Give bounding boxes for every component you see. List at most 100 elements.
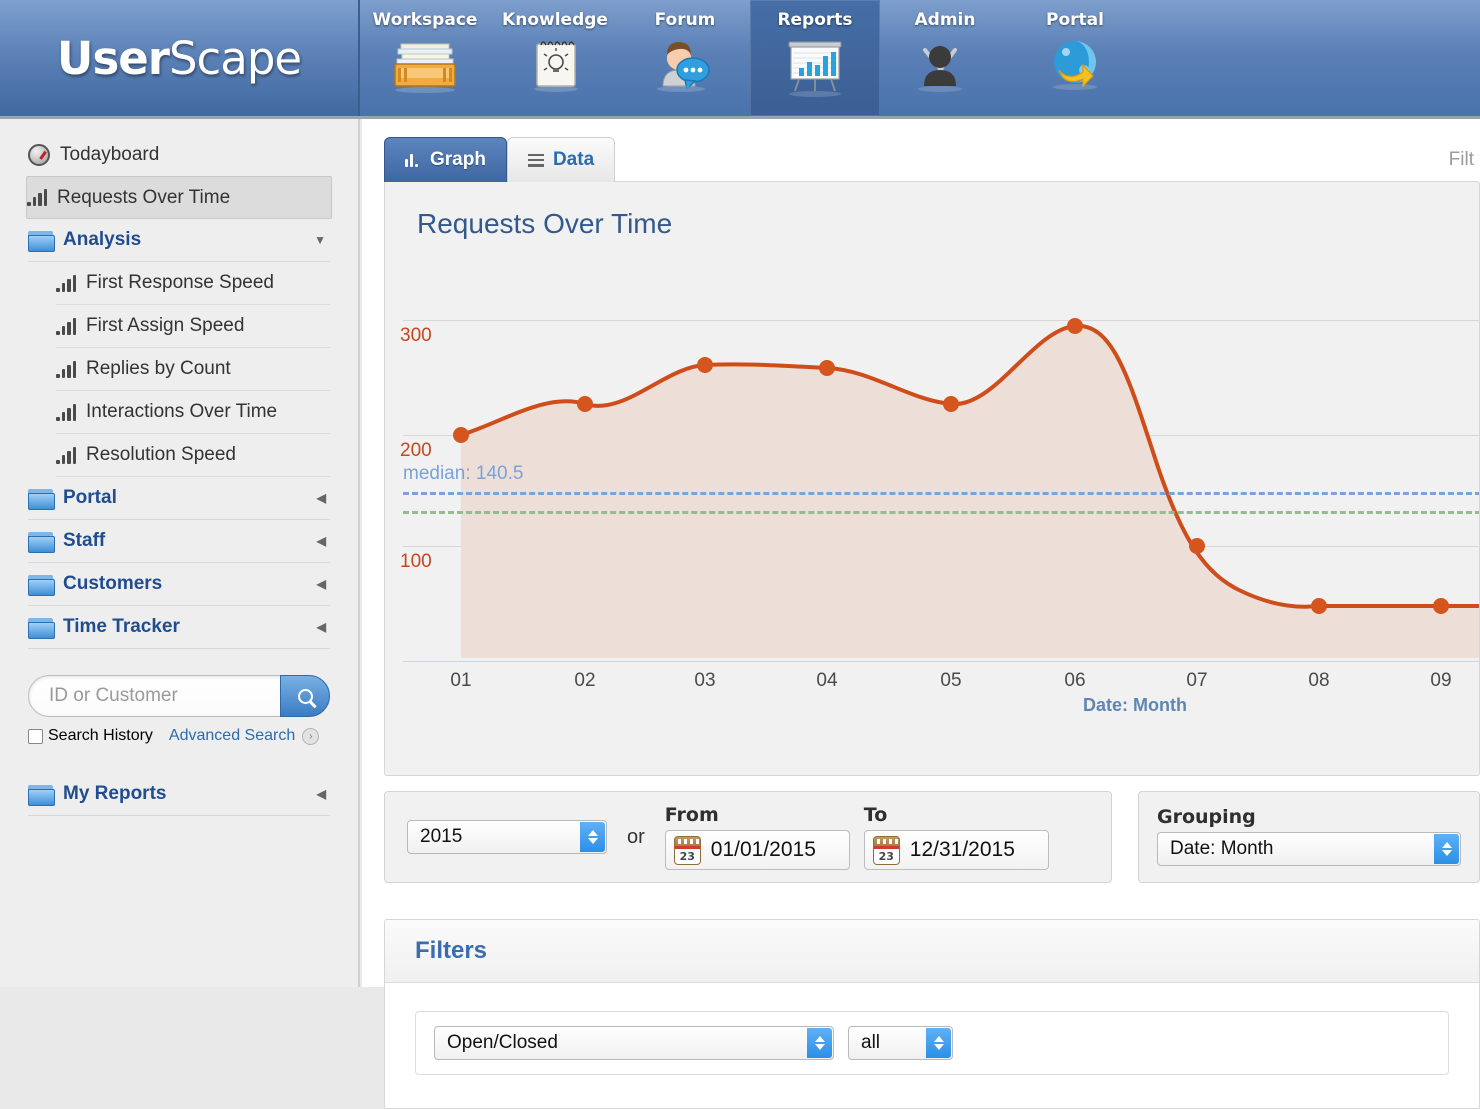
tab-graph[interactable]: Graph: [384, 137, 507, 182]
globe-arrow-icon: [1037, 34, 1113, 102]
arrow-right-icon[interactable]: ›: [302, 728, 319, 745]
nav-tab-reports[interactable]: Reports: [750, 0, 880, 116]
chevron-left-icon[interactable]: ◀: [317, 620, 326, 634]
median-label: median: 140.5: [403, 463, 523, 485]
median-reference-line: [403, 492, 1480, 495]
date-and-grouping-row: 2015 or From 23 01/01/2015 To: [384, 791, 1480, 883]
sidebar-item-replies-by-count[interactable]: Replies by Count: [56, 348, 330, 391]
nav-tab-forum[interactable]: Forum: [620, 0, 750, 116]
sidebar-item-resolution-speed[interactable]: Resolution Speed: [56, 434, 330, 477]
sidebar-item-first-assign-speed[interactable]: First Assign Speed: [56, 305, 330, 348]
chevron-left-icon[interactable]: ◀: [317, 534, 326, 548]
sidebar-item-todayboard[interactable]: Todayboard: [28, 133, 330, 176]
search-button[interactable]: [280, 675, 330, 717]
calendar-day: 23: [874, 850, 899, 863]
chart-plot-area: median: 140.5 300 200 100 01 02 03 04 05…: [385, 312, 1480, 732]
sidebar-item-label: Requests Over Time: [57, 187, 230, 209]
chevron-down-icon[interactable]: ▼: [314, 233, 326, 247]
sidebar-folder-my-reports[interactable]: My Reports ◀: [28, 773, 330, 816]
folder-icon: [28, 532, 53, 551]
x-tick: 06: [1064, 670, 1085, 692]
from-date-field[interactable]: 23 01/01/2015: [665, 830, 850, 870]
sidebar-folder-label: My Reports: [63, 783, 166, 805]
nav-tab-forum-label: Forum: [655, 10, 716, 30]
person-speech-bubble-icon: [647, 34, 723, 102]
sidebar-item-label: Todayboard: [60, 144, 159, 166]
sidebar-folder-label: Portal: [63, 487, 117, 509]
year-select[interactable]: 2015: [407, 820, 607, 854]
chevron-left-icon[interactable]: ◀: [317, 787, 326, 801]
sidebar-folder-label: Analysis: [63, 229, 141, 251]
filters-title: Filters: [415, 937, 487, 965]
sidebar-item-interactions-over-time[interactable]: Interactions Over Time: [56, 391, 330, 434]
sidebar-folder-customers[interactable]: Customers ◀: [28, 563, 330, 606]
nav-tab-admin[interactable]: Admin: [880, 0, 1010, 116]
sidebar-folder-staff[interactable]: Staff ◀: [28, 520, 330, 563]
sidebar-item-label: Resolution Speed: [86, 444, 236, 466]
sidebar-folder-label: Staff: [63, 530, 105, 552]
folder-icon: [28, 231, 53, 250]
sidebar-folder-label: Customers: [63, 573, 162, 595]
filters-cut-label[interactable]: Filt: [1449, 149, 1474, 171]
notepad-lightbulb-icon: [517, 34, 593, 102]
search-history-label: Search History: [48, 727, 153, 745]
search-icon: [298, 689, 313, 704]
stepper-icon[interactable]: [926, 1028, 951, 1058]
to-label: To: [864, 804, 1049, 826]
chart-title: Requests Over Time: [417, 208, 672, 240]
search-history-checkbox[interactable]: [28, 729, 43, 744]
secondary-reference-line: [403, 511, 1480, 514]
tab-graph-label: Graph: [430, 149, 486, 171]
nav-tab-knowledge[interactable]: Knowledge: [490, 0, 620, 116]
sidebar-folder-label: Time Tracker: [63, 616, 180, 638]
search-options: Search History Advanced Search ›: [28, 727, 330, 745]
nav-tab-reports-label: Reports: [777, 10, 852, 30]
grouping-select[interactable]: Date: Month: [1157, 832, 1461, 866]
main-content: Graph Data Filt Requests Over Time: [362, 119, 1480, 987]
tab-data[interactable]: Data: [507, 137, 615, 182]
sidebar-item-first-response-speed[interactable]: First Response Speed: [56, 262, 330, 305]
logo[interactable]: UserScape: [0, 0, 360, 116]
date-range-box: 2015 or From 23 01/01/2015 To: [384, 791, 1112, 883]
stepper-icon[interactable]: [1434, 834, 1459, 864]
to-date-field[interactable]: 23 12/31/2015: [864, 830, 1049, 870]
stepper-icon[interactable]: [580, 822, 605, 852]
sidebar-folder-analysis[interactable]: Analysis ▼: [28, 219, 330, 262]
bar-chart-icon: [56, 361, 76, 378]
view-tabs: Graph Data: [384, 137, 615, 182]
stepper-icon[interactable]: [807, 1028, 832, 1058]
calendar-day: 23: [675, 850, 700, 863]
sidebar-folder-portal[interactable]: Portal ◀: [28, 477, 330, 520]
x-tick: 02: [574, 670, 595, 692]
nav-tab-portal-label: Portal: [1046, 10, 1104, 30]
list-icon: [528, 154, 544, 167]
filter-operator-select[interactable]: all: [848, 1026, 953, 1060]
filter-operator-value: all: [861, 1032, 880, 1054]
x-tick: 05: [940, 670, 961, 692]
filter-field-select[interactable]: Open/Closed: [434, 1026, 834, 1060]
nav-tab-workspace[interactable]: Workspace: [360, 0, 490, 116]
bar-chart-icon: [56, 275, 76, 292]
from-label: From: [665, 804, 850, 826]
chevron-left-icon[interactable]: ◀: [317, 491, 326, 505]
bar-chart-icon: [27, 189, 47, 206]
sidebar-item-requests-over-time[interactable]: Requests Over Time: [26, 176, 332, 219]
search-box: [28, 675, 330, 717]
filter-row: Open/Closed all: [415, 1011, 1449, 1075]
nav-tab-portal[interactable]: Portal: [1010, 0, 1140, 116]
logo-text: UserScape: [57, 32, 301, 85]
from-date-value: 01/01/2015: [711, 838, 816, 862]
presentation-chart-icon: [777, 34, 853, 102]
x-tick: 08: [1308, 670, 1329, 692]
sidebar-folder-time-tracker[interactable]: Time Tracker ◀: [28, 606, 330, 649]
y-tick-200: 200: [400, 440, 432, 462]
advanced-search-link[interactable]: Advanced Search: [169, 727, 295, 745]
nav-tab-workspace-label: Workspace: [373, 10, 478, 30]
grouping-select-value: Date: Month: [1170, 838, 1274, 860]
chevron-left-icon[interactable]: ◀: [317, 577, 326, 591]
filters-header: Filters: [385, 920, 1479, 983]
sidebar-item-label: Interactions Over Time: [86, 401, 277, 423]
top-navigation-bar: UserScape Workspace: [0, 0, 1480, 119]
x-tick: 04: [816, 670, 837, 692]
y-tick-100: 100: [400, 551, 432, 573]
